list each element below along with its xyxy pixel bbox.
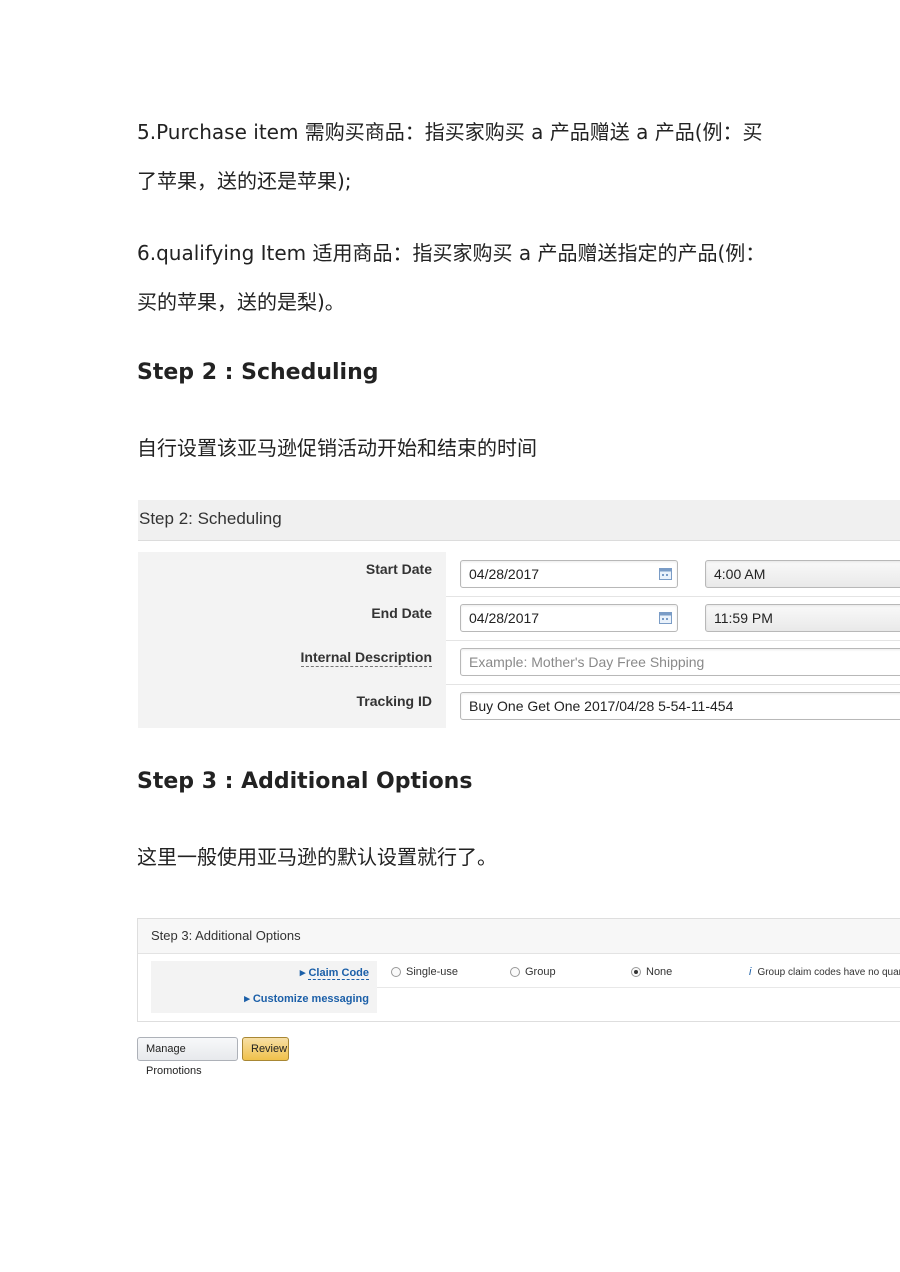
start-date-label: Start Date bbox=[365, 561, 432, 577]
start-date-input[interactable]: 04/28/2017 bbox=[460, 560, 678, 588]
end-time-select[interactable]: 11:59 PM bbox=[705, 604, 900, 632]
internal-description-row: Internal Description Example: Mother's D… bbox=[138, 640, 900, 685]
info-icon: i bbox=[749, 966, 752, 978]
item6-line2: 买的苹果，送的是梨)。 bbox=[137, 290, 345, 314]
radio-circle-icon bbox=[510, 967, 520, 977]
item5-line1: 5.Purchase item 需购买商品：指买家购买 a 产品赠送 a 产品(… bbox=[137, 120, 763, 144]
item5-line2: 了苹果，送的还是苹果); bbox=[137, 169, 352, 193]
start-time-select[interactable]: 4:00 AM bbox=[705, 560, 900, 588]
tracking-id-label: Tracking ID bbox=[356, 693, 432, 709]
radio-selected-icon bbox=[631, 967, 641, 977]
scheduling-panel: Step 2: Scheduling Start Date 04/28/2017… bbox=[138, 500, 900, 730]
claim-code-row: ▸ Claim Code Single-use Group None i Grou… bbox=[151, 961, 900, 988]
internal-description-label: Internal Description bbox=[300, 649, 432, 667]
additional-options-panel: Step 3: Additional Options ▸ Claim Code … bbox=[137, 918, 900, 1022]
claim-code-info: iGroup claim codes have no quantity bbox=[749, 966, 900, 978]
calendar-icon[interactable] bbox=[659, 567, 672, 580]
step2-description: 自行设置该亚马逊促销活动开始和结束的时间 bbox=[137, 436, 537, 460]
claim-code-link[interactable]: ▸ Claim Code bbox=[300, 966, 369, 980]
internal-description-input[interactable]: Example: Mother's Day Free Shipping bbox=[460, 648, 900, 676]
end-date-input[interactable]: 04/28/2017 bbox=[460, 604, 678, 632]
end-date-label: End Date bbox=[371, 605, 432, 621]
radio-circle-icon bbox=[391, 967, 401, 977]
step3-heading: Step 3 : Additional Options bbox=[137, 769, 473, 794]
end-date-value: 04/28/2017 bbox=[469, 610, 540, 626]
review-button[interactable]: Review bbox=[242, 1037, 289, 1061]
additional-options-title: Step 3: Additional Options bbox=[138, 919, 900, 954]
tracking-id-row: Tracking ID Buy One Get One 2017/04/28 5… bbox=[138, 684, 900, 728]
customize-messaging-row: ▸ Customize messaging bbox=[151, 987, 900, 1013]
item6-line1: 6.qualifying Item 适用商品：指买家购买 a 产品赠送指定的产品… bbox=[137, 241, 766, 265]
step3-description: 这里一般使用亚马逊的默认设置就行了。 bbox=[137, 845, 497, 869]
step2-heading: Step 2 : Scheduling bbox=[137, 360, 379, 385]
scheduling-title: Step 2: Scheduling bbox=[138, 500, 900, 541]
radio-none[interactable]: None bbox=[631, 966, 672, 978]
start-date-row: Start Date 04/28/2017 4:00 AM bbox=[138, 552, 900, 597]
customize-messaging-link[interactable]: ▸ Customize messaging bbox=[244, 992, 369, 1005]
calendar-icon[interactable] bbox=[659, 611, 672, 624]
tracking-id-input[interactable]: Buy One Get One 2017/04/28 5-54-11-454 bbox=[460, 692, 900, 720]
radio-group[interactable]: Group bbox=[510, 966, 556, 978]
end-date-row: End Date 04/28/2017 11:59 PM bbox=[138, 596, 900, 641]
start-date-value: 04/28/2017 bbox=[469, 566, 540, 582]
radio-single-use[interactable]: Single-use bbox=[391, 966, 458, 978]
manage-promotions-button[interactable]: Manage Promotions bbox=[137, 1037, 238, 1077]
